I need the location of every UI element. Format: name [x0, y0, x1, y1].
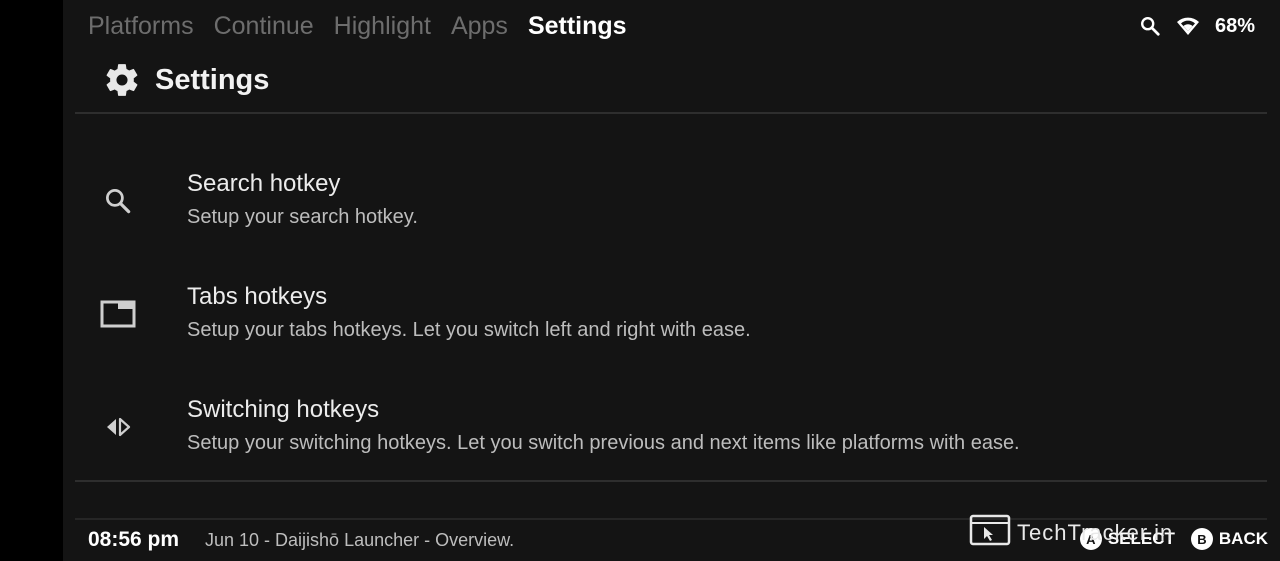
tab-window-icon: [99, 295, 137, 333]
browser-window-icon: [969, 514, 1011, 552]
back-label: BACK: [1218, 529, 1268, 548]
tab-platforms[interactable]: Platforms: [88, 8, 194, 44]
item-title: Tabs hotkeys: [187, 283, 328, 310]
page-title: Settings: [155, 63, 270, 96]
setting-item-search-hotkey[interactable]: Search hotkey Setup your search hotkey.: [75, 160, 1267, 260]
back-hint[interactable]: B BACK: [1190, 528, 1268, 550]
battery-level: 68%: [1214, 14, 1255, 37]
list-divider: [75, 480, 1267, 482]
item-description: Setup your search hotkey.: [187, 206, 418, 228]
launcher-app: Platforms Continue Highlight Apps Settin…: [63, 0, 1280, 561]
item-description: Setup your tabs hotkeys. Let you switch …: [187, 319, 751, 341]
watermark: TechTracker.in: [969, 514, 1173, 552]
item-description: Setup your switching hotkeys. Let you sw…: [187, 432, 1020, 454]
switch-arrows-icon: [99, 408, 137, 446]
tab-apps[interactable]: Apps: [451, 8, 508, 44]
top-tabs: Platforms Continue Highlight Apps Settin…: [88, 8, 647, 44]
setting-item-tabs-hotkeys[interactable]: Tabs hotkeys Setup your tabs hotkeys. Le…: [75, 273, 1267, 373]
gear-icon: [103, 61, 141, 99]
footer-info: Jun 10 - Daijishō Launcher - Overview.: [205, 530, 515, 550]
item-title: Switching hotkeys: [187, 396, 380, 423]
setting-item-switching-hotkeys[interactable]: Switching hotkeys Setup your switching h…: [75, 386, 1267, 486]
tab-continue[interactable]: Continue: [214, 8, 314, 44]
clock-time: 08:56 pm: [88, 528, 180, 551]
header-divider: [75, 112, 1267, 114]
tab-settings[interactable]: Settings: [528, 8, 627, 44]
status-bar: 68%: [1139, 8, 1255, 44]
page-header: Settings: [103, 58, 269, 102]
search-icon: [99, 182, 137, 220]
wifi-icon: [1175, 15, 1201, 37]
b-button-icon: B: [1190, 528, 1213, 550]
watermark-text: TechTracker.in: [1017, 520, 1174, 545]
tab-highlight[interactable]: Highlight: [334, 8, 431, 44]
search-icon[interactable]: [1139, 15, 1161, 37]
item-title: Search hotkey: [187, 170, 341, 197]
left-black-bar: [0, 0, 63, 561]
